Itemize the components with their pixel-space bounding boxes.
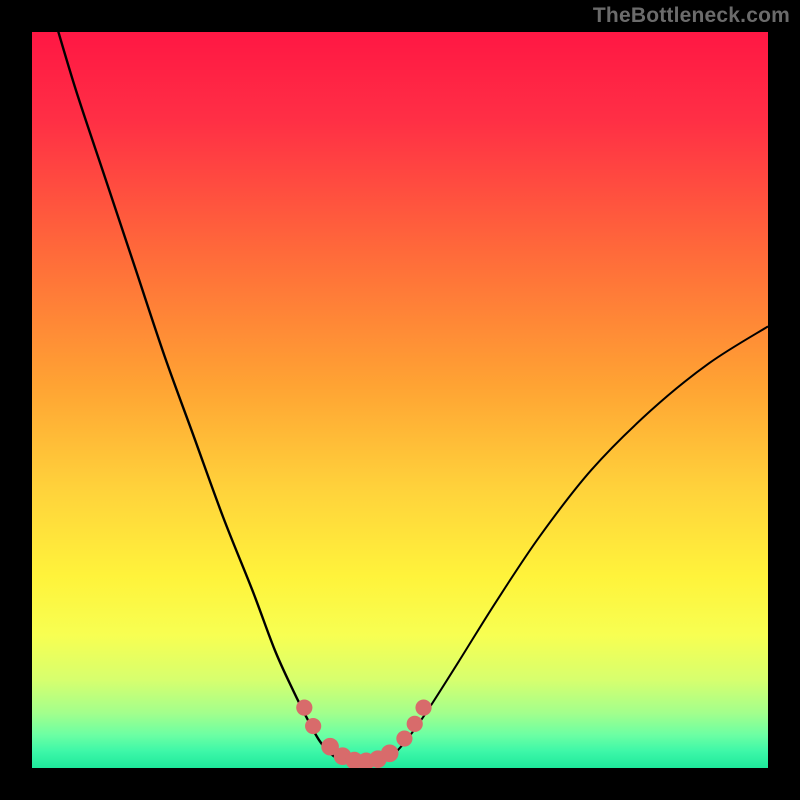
- right-curve: [385, 326, 768, 760]
- left-curve: [54, 32, 341, 761]
- data-marker: [381, 744, 399, 762]
- data-marker: [396, 730, 412, 746]
- plot-area: [32, 32, 768, 768]
- chart-frame: TheBottleneck.com: [0, 0, 800, 800]
- data-marker: [415, 700, 431, 716]
- data-marker: [407, 716, 423, 732]
- watermark-text: TheBottleneck.com: [593, 4, 790, 28]
- data-marker: [296, 700, 312, 716]
- data-marker: [305, 718, 321, 734]
- chart-curves: [32, 32, 768, 768]
